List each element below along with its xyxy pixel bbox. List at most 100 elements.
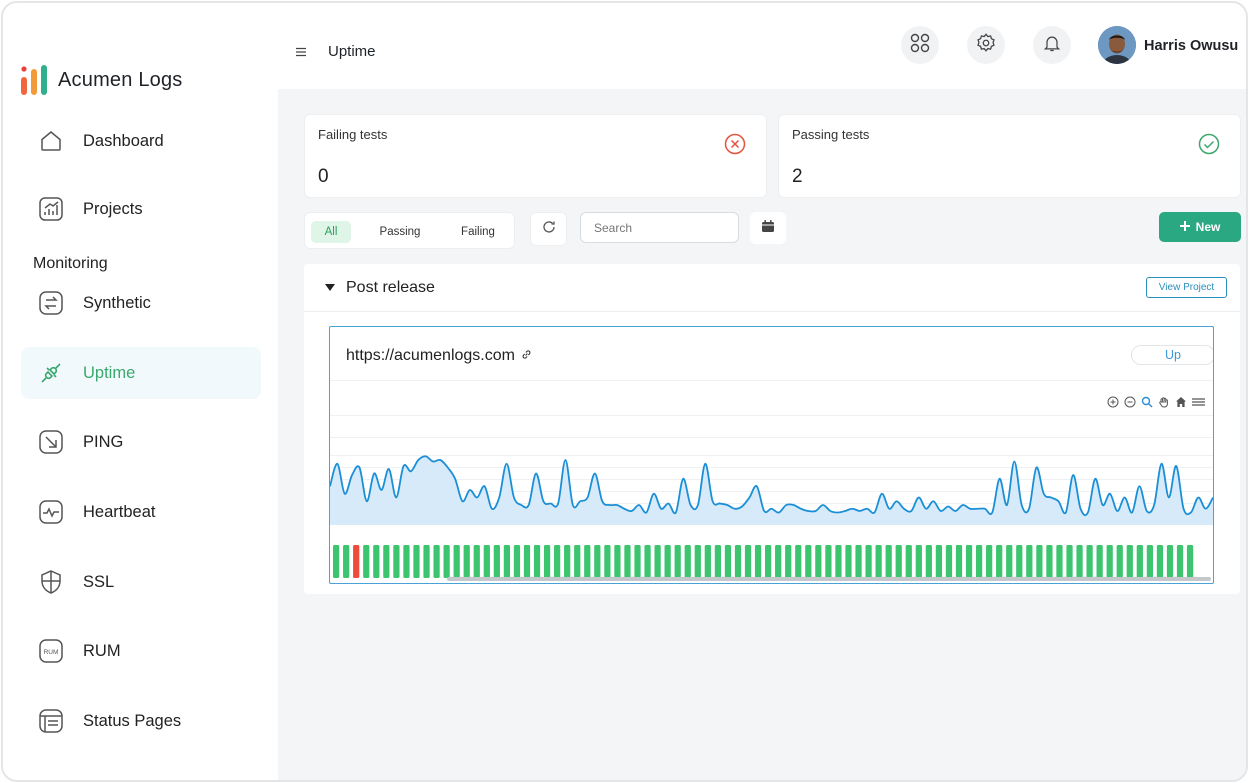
status-bar-up[interactable] — [754, 545, 762, 578]
status-bar-up[interactable] — [624, 545, 631, 578]
status-bar-down[interactable] — [353, 545, 360, 578]
status-bar-up[interactable] — [443, 545, 450, 578]
status-bar-up[interactable] — [654, 545, 661, 578]
sidebar-item-projects[interactable]: Projects — [21, 183, 261, 235]
status-bar-up[interactable] — [955, 545, 963, 578]
status-bar-up[interactable] — [744, 545, 752, 578]
status-bar-up[interactable] — [1106, 545, 1113, 578]
status-bar-up[interactable] — [564, 545, 571, 578]
status-bar-up[interactable] — [594, 545, 601, 578]
status-bar-up[interactable] — [634, 545, 641, 578]
status-bar-up[interactable] — [513, 545, 521, 578]
status-bar-up[interactable] — [875, 545, 882, 578]
status-bar-up[interactable] — [975, 545, 983, 578]
sidebar-item-ping[interactable]: PING — [21, 416, 261, 468]
status-bar-up[interactable] — [1166, 545, 1174, 578]
status-bar-up[interactable] — [333, 545, 340, 578]
status-bar-up[interactable] — [965, 545, 973, 578]
date-picker-button[interactable] — [750, 212, 786, 244]
status-bar-up[interactable] — [704, 545, 711, 578]
filter-passing[interactable]: Passing — [365, 221, 435, 243]
avatar[interactable] — [1098, 26, 1136, 64]
status-bar-up[interactable] — [805, 545, 812, 578]
reset-zoom-home-icon[interactable] — [1174, 395, 1188, 409]
status-bar-up[interactable] — [503, 545, 511, 578]
user-name[interactable]: Harris Owusu — [1144, 38, 1238, 54]
status-bar-up[interactable] — [734, 545, 742, 578]
status-bar-up[interactable] — [1016, 545, 1023, 578]
pan-hand-icon[interactable] — [1157, 395, 1171, 409]
status-bar-up[interactable] — [1186, 545, 1194, 578]
status-bar-up[interactable] — [483, 545, 490, 578]
status-bar-up[interactable] — [825, 545, 832, 578]
status-bar-up[interactable] — [915, 545, 922, 578]
status-bar-up[interactable] — [895, 545, 902, 578]
uptime-chart[interactable] — [330, 415, 1213, 583]
status-bar-up[interactable] — [674, 545, 681, 578]
status-bar-up[interactable] — [383, 545, 390, 578]
monitor-url[interactable]: https://acumenlogs.com — [346, 347, 532, 365]
status-bar-up[interactable] — [684, 545, 691, 578]
status-bar-up[interactable] — [453, 545, 460, 578]
app-logo[interactable]: Acumen Logs — [20, 63, 183, 97]
status-bar-up[interactable] — [463, 545, 470, 578]
status-bar-up[interactable] — [945, 545, 953, 578]
zoom-in-icon[interactable] — [1106, 395, 1120, 409]
apps-button[interactable] — [901, 26, 939, 64]
chart-scrollbar[interactable] — [447, 577, 1211, 581]
search-input[interactable] — [580, 212, 739, 243]
status-bar-up[interactable] — [775, 545, 782, 578]
status-bar-up[interactable] — [363, 545, 370, 578]
sidebar-item-uptime[interactable]: Uptime — [21, 347, 261, 399]
refresh-button[interactable] — [530, 212, 567, 246]
status-bar-up[interactable] — [423, 545, 430, 578]
status-bar-up[interactable] — [1066, 545, 1073, 578]
status-bar-up[interactable] — [724, 545, 732, 578]
status-bar-up[interactable] — [664, 545, 671, 578]
view-project-button[interactable]: View Project — [1146, 277, 1227, 298]
status-bar-up[interactable] — [1076, 545, 1083, 578]
status-bar-up[interactable] — [403, 545, 410, 578]
status-bar-up[interactable] — [855, 545, 862, 578]
monitor-card[interactable]: https://acumenlogs.com Up — [329, 326, 1214, 584]
status-bar-up[interactable] — [393, 545, 400, 578]
sidebar-item-status-pages[interactable]: Status Pages — [21, 695, 261, 747]
status-bar-up[interactable] — [865, 545, 872, 578]
status-bar-up[interactable] — [614, 545, 621, 578]
status-bar-up[interactable] — [815, 545, 822, 578]
status-bar-up[interactable] — [1086, 545, 1093, 578]
filter-all[interactable]: All — [311, 221, 351, 243]
sidebar-item-rum[interactable]: RUM RUM — [21, 625, 261, 677]
status-bar-up[interactable] — [925, 545, 932, 578]
status-bar-up[interactable] — [885, 545, 892, 578]
status-bar-up[interactable] — [644, 545, 651, 578]
status-bar-up[interactable] — [574, 545, 581, 578]
settings-button[interactable] — [967, 26, 1005, 64]
status-bar-up[interactable] — [433, 545, 440, 578]
sidebar-item-heartbeat[interactable]: Heartbeat — [21, 486, 261, 538]
zoom-out-icon[interactable] — [1123, 395, 1137, 409]
filter-failing[interactable]: Failing — [445, 221, 511, 243]
sidebar-item-ssl[interactable]: SSL — [21, 556, 261, 608]
status-bar-up[interactable] — [413, 545, 420, 578]
status-bar-up[interactable] — [1026, 545, 1033, 578]
status-bar-up[interactable] — [543, 545, 551, 578]
status-bar-up[interactable] — [473, 545, 480, 578]
new-monitor-button[interactable]: New — [1159, 212, 1241, 242]
sidebar-item-synthetic[interactable]: Synthetic — [21, 277, 261, 329]
status-bar-up[interactable] — [996, 545, 1003, 578]
status-bar-up[interactable] — [343, 545, 350, 578]
status-bar-up[interactable] — [554, 545, 561, 578]
status-bar-up[interactable] — [1036, 545, 1043, 578]
status-bar-up[interactable] — [835, 545, 842, 578]
status-bar-up[interactable] — [795, 545, 802, 578]
status-bar-up[interactable] — [765, 545, 772, 578]
status-bar-up[interactable] — [533, 545, 541, 578]
status-bar-up[interactable] — [604, 545, 611, 578]
collapse-caret-icon[interactable] — [325, 284, 335, 291]
status-bar-up[interactable] — [493, 545, 500, 578]
status-bar-up[interactable] — [584, 545, 591, 578]
status-bar-up[interactable] — [986, 545, 993, 578]
status-bar-up[interactable] — [1126, 545, 1133, 578]
chart-menu-icon[interactable] — [1191, 395, 1205, 409]
